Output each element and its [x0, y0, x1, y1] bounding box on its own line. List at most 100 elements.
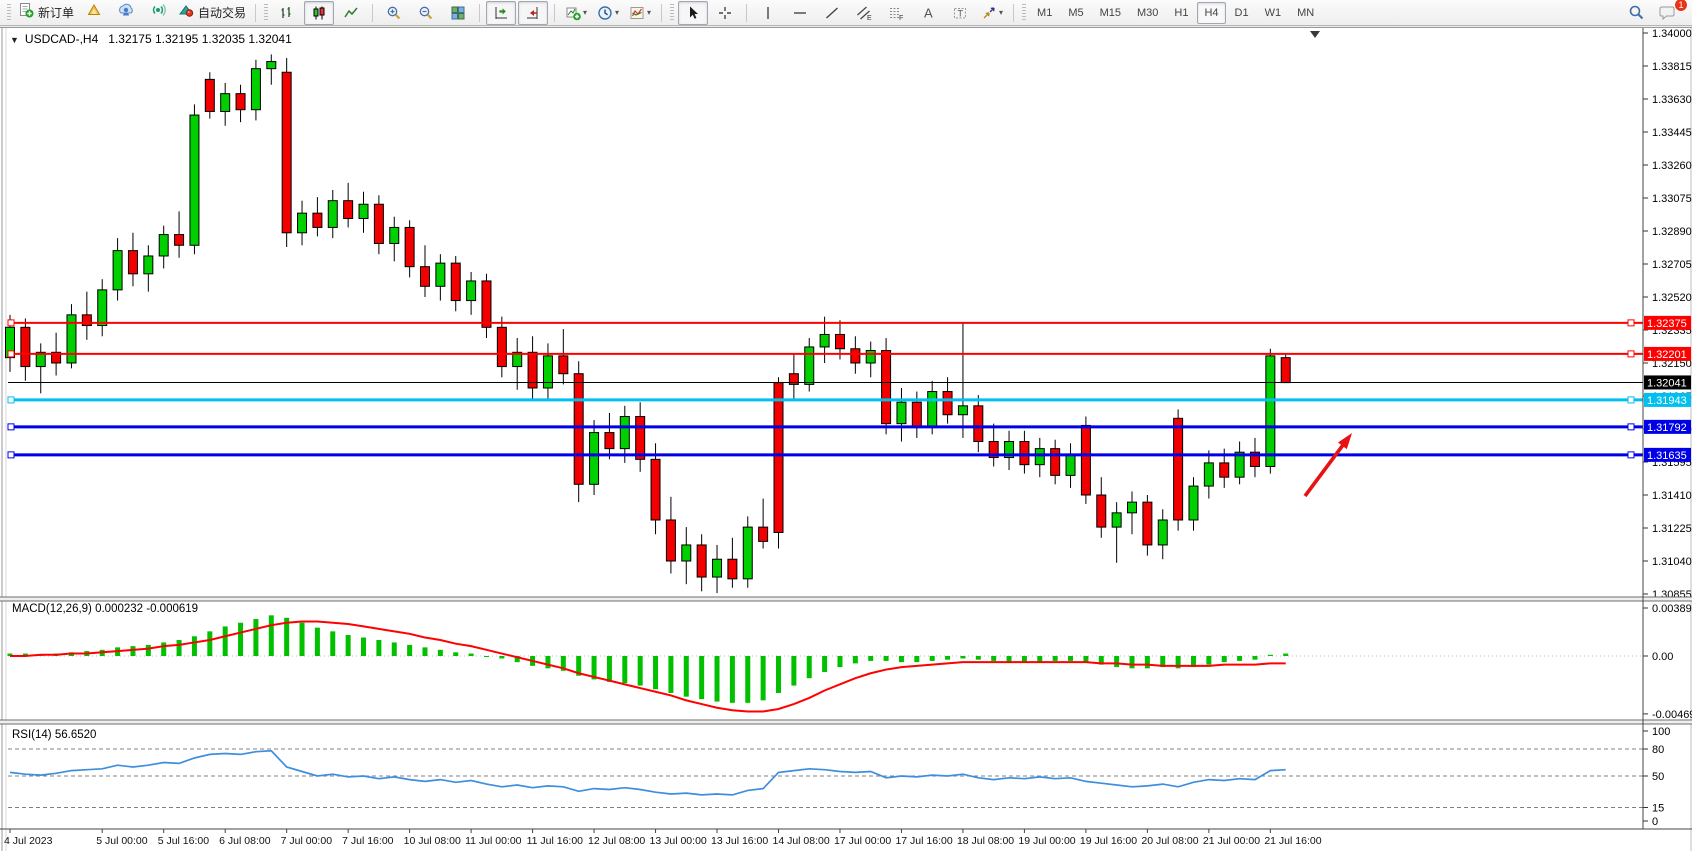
macd-bar [300, 623, 305, 656]
bull-candle [958, 406, 967, 415]
cursor-button[interactable] [678, 1, 708, 25]
line-handle[interactable] [1628, 397, 1634, 403]
indicators-dropdown[interactable]: ▾ [583, 8, 587, 17]
line-handle[interactable] [8, 424, 14, 430]
bull-candle [713, 559, 722, 577]
bear-candle [835, 334, 844, 348]
line-handle[interactable] [8, 320, 14, 326]
bear-candle [82, 315, 91, 326]
timeframe-toolbar: M1M5M15M30H1H4D1W1MN [1029, 2, 1322, 24]
bear-candle [774, 383, 783, 533]
macd-bar [699, 656, 704, 699]
periods-dropdown[interactable]: ▾ [615, 8, 619, 17]
one-click-trading-toggle[interactable]: ▼ [10, 35, 19, 45]
auto-scroll-button[interactable] [486, 1, 516, 25]
svg-text:50: 50 [1652, 771, 1664, 783]
macd-bar [745, 656, 750, 703]
toolbar: 新订单 自动交易 ▾ ▾ ▾ [0, 0, 1692, 26]
timeframe-button-m5[interactable]: M5 [1061, 2, 1090, 24]
line-handle[interactable] [1628, 320, 1634, 326]
toolbar-grip[interactable] [7, 4, 11, 22]
bar-chart-button[interactable] [272, 1, 302, 25]
panel-separator[interactable] [0, 720, 1692, 724]
text-label-button[interactable]: T [945, 1, 975, 25]
symbol-period-label: USDCAD-,H4 [25, 32, 98, 46]
templates-dropdown[interactable]: ▾ [647, 8, 651, 17]
bull-candle [328, 201, 337, 228]
macd-bar [1114, 656, 1119, 667]
bear-candle [313, 213, 322, 227]
toolbar-grip[interactable] [670, 4, 674, 22]
line-handle[interactable] [8, 397, 14, 403]
macd-bar [868, 656, 873, 661]
bear-candle [651, 459, 660, 520]
arrows-button[interactable]: ▾ [977, 1, 1007, 25]
equidistant-channel-button[interactable]: E [849, 1, 879, 25]
line-handle[interactable] [8, 452, 14, 458]
vertical-line-button[interactable] [753, 1, 783, 25]
macd-bar [914, 656, 919, 662]
candlestick-chart-button[interactable] [304, 1, 334, 25]
bear-candle [1051, 449, 1060, 476]
macd-bar [638, 656, 643, 686]
bear-candle [1143, 502, 1152, 545]
toolbar-grip[interactable] [264, 4, 268, 22]
macd-bar [392, 642, 397, 656]
crosshair-button[interactable] [710, 1, 740, 25]
signals-button[interactable] [143, 1, 173, 25]
line-handle[interactable] [1628, 424, 1634, 430]
periods-button[interactable]: ▾ [593, 1, 623, 25]
timeframe-button-w1[interactable]: W1 [1258, 2, 1289, 24]
zoom-out-button[interactable] [411, 1, 441, 25]
mql5-community-button[interactable] [111, 1, 141, 25]
macd-bar [1283, 654, 1288, 656]
timeframe-button-m15[interactable]: M15 [1093, 2, 1128, 24]
chart-canvas[interactable]: 1.340001.338151.336301.334451.332601.330… [0, 28, 1692, 851]
bull-candle [159, 235, 168, 256]
tile-windows-button[interactable] [443, 1, 473, 25]
templates-button[interactable]: ▾ [625, 1, 655, 25]
separator [554, 4, 555, 22]
line-handle[interactable] [1628, 351, 1634, 357]
arrows-dropdown[interactable]: ▾ [999, 8, 1003, 17]
macd-bar [776, 656, 781, 693]
bull-candle [866, 351, 875, 363]
new-order-icon [18, 2, 34, 23]
macd-bar [1222, 656, 1227, 662]
timeframe-button-d1[interactable]: D1 [1228, 2, 1256, 24]
chart-shift-button[interactable] [518, 1, 548, 25]
macd-bar [161, 642, 166, 656]
toolbar-grip[interactable] [1022, 4, 1026, 22]
bear-candle [882, 351, 891, 424]
text-button[interactable]: A [913, 1, 943, 25]
fibonacci-button[interactable]: F [881, 1, 911, 25]
line-handle[interactable] [1628, 452, 1634, 458]
price-tag-label: 1.31792 [1647, 422, 1687, 434]
trading-terminal: 新订单 自动交易 ▾ ▾ ▾ [0, 0, 1692, 851]
trendline-button[interactable] [817, 1, 847, 25]
line-chart-button[interactable] [336, 1, 366, 25]
metaeditor-button[interactable] [79, 1, 109, 25]
svg-text:1.34000: 1.34000 [1652, 28, 1692, 40]
bull-candle [543, 356, 552, 388]
new-order-button[interactable]: 新订单 [15, 1, 77, 25]
bull-candle [144, 256, 153, 274]
date-label: 13 Jul 16:00 [711, 835, 768, 847]
timeframe-button-mn[interactable]: MN [1290, 2, 1321, 24]
zoom-in-button[interactable] [379, 1, 409, 25]
indicators-button[interactable]: ▾ [561, 1, 591, 25]
line-handle[interactable] [8, 351, 14, 357]
date-label: 11 Jul 00:00 [465, 835, 522, 847]
panel-separator[interactable] [0, 597, 1692, 601]
timeframe-button-m1[interactable]: M1 [1030, 2, 1059, 24]
macd-bar [484, 656, 489, 657]
bear-candle [128, 251, 137, 274]
timeframe-button-h1[interactable]: H1 [1167, 2, 1195, 24]
timeframe-button-h4[interactable]: H4 [1197, 2, 1225, 24]
timeframe-button-m30[interactable]: M30 [1130, 2, 1165, 24]
horizontal-line-button[interactable] [785, 1, 815, 25]
algo-trading-button[interactable]: 自动交易 [175, 1, 249, 25]
search-button[interactable] [1621, 1, 1651, 25]
bull-candle [298, 213, 307, 233]
notifications-button[interactable]: 1 [1653, 1, 1683, 25]
